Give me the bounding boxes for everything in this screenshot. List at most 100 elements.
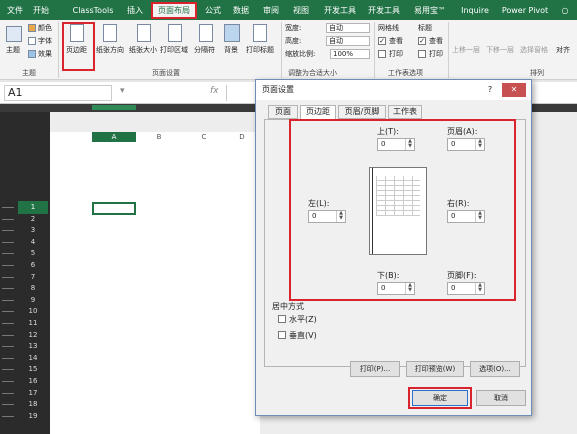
gridlines-label: 网格线 — [378, 24, 399, 32]
page-setup-group-label: 页面设置 — [152, 69, 180, 77]
effects-icon[interactable] — [28, 50, 36, 58]
tab-sheet[interactable]: 工作表 — [388, 105, 422, 119]
row-ruler-tick — [2, 323, 14, 324]
gridlines-print-label: 打印 — [389, 50, 403, 58]
row-ruler-tick — [2, 311, 14, 313]
tab-home[interactable]: 开始 — [30, 3, 52, 18]
horizontal-label: 水平(Z) — [289, 315, 317, 324]
row-ruler-tick — [2, 230, 14, 232]
row-ruler-tick — [2, 357, 14, 359]
background-button-label: 背景 — [224, 46, 238, 54]
formula-input[interactable] — [226, 85, 256, 101]
footer-margin-spinner[interactable]: 0 ▲ ▼ — [447, 282, 485, 295]
orientation-icon[interactable] — [103, 24, 117, 42]
themes-group-label: 主题 — [22, 69, 36, 77]
tab-inquire[interactable]: Inquire — [458, 3, 492, 18]
tab-formulas[interactable]: 公式 — [202, 3, 224, 18]
breaks-button-label: 分隔符 — [194, 46, 215, 54]
breaks-icon[interactable] — [199, 24, 213, 42]
column-header-a[interactable]: A — [92, 132, 136, 142]
help-button[interactable]: ? — [482, 83, 498, 97]
column-header-d[interactable]: D — [227, 132, 257, 142]
height-dropdown[interactable]: 自动 — [326, 36, 370, 46]
tab-easy-tools[interactable]: 易用宝™ — [410, 3, 450, 18]
fonts-icon[interactable] — [28, 37, 36, 45]
row-ruler-tick — [2, 381, 14, 382]
row-ruler-tick — [2, 288, 14, 290]
arrange-group-label: 排列 — [530, 69, 544, 77]
tab-view[interactable]: 视图 — [290, 3, 312, 18]
background-icon[interactable] — [224, 24, 240, 42]
scale-spinner[interactable]: 100% — [330, 49, 370, 59]
preview-grid — [376, 176, 420, 216]
gridlines-print-checkbox[interactable] — [378, 50, 386, 58]
close-button[interactable]: ✕ — [502, 83, 526, 97]
bottom-margin-value: 0 — [381, 284, 386, 292]
headings-label: 标题 — [418, 24, 432, 32]
active-cell-a1[interactable] — [92, 202, 136, 215]
vertical-checkbox[interactable] — [278, 331, 286, 339]
options-button[interactable]: 选项(O)... — [470, 361, 520, 377]
tab-developer-1[interactable]: 开发工具 — [322, 3, 358, 18]
column-header-b[interactable]: B — [137, 132, 181, 142]
print-titles-button-label: 打印标题 — [246, 46, 274, 54]
spinner-arrows-icon[interactable]: ▲ ▼ — [336, 211, 345, 222]
gridlines-view-checkbox[interactable]: ✓ — [378, 37, 386, 45]
tab-page[interactable]: 页面 — [268, 105, 298, 119]
spinner-arrows-icon[interactable]: ▲ ▼ — [475, 139, 484, 150]
row-ruler-tick — [2, 253, 14, 255]
tab-classtools[interactable]: ClassTools — [70, 3, 116, 18]
tab-header-footer[interactable]: 页眉/页脚 — [338, 105, 386, 119]
headings-view-checkbox[interactable]: ✓ — [418, 37, 426, 45]
orientation-button-label: 纸张方向 — [96, 46, 124, 54]
print-area-icon[interactable] — [168, 24, 182, 42]
tab-file[interactable]: 文件 — [4, 3, 26, 18]
header-margin-spinner[interactable]: 0 ▲ ▼ — [447, 138, 485, 151]
headings-print-checkbox[interactable] — [418, 50, 426, 58]
cancel-button[interactable]: 取消 — [476, 390, 526, 406]
margins-highlight — [62, 22, 95, 71]
right-margin-spinner[interactable]: 0 ▲ ▼ — [447, 210, 485, 223]
spinner-arrows-icon[interactable]: ▲ ▼ — [405, 283, 414, 294]
send-backward-button[interactable]: 下移一层 — [486, 45, 514, 55]
selection-pane-button[interactable]: 选择窗格 — [520, 45, 548, 55]
align-button[interactable]: 对齐 — [556, 45, 570, 55]
row-header[interactable]: 19 — [18, 410, 48, 423]
row-ruler-tick — [2, 207, 14, 208]
tab-review[interactable]: 审阅 — [260, 3, 282, 18]
print-button[interactable]: 打印(P)... — [350, 361, 400, 377]
print-titles-icon[interactable] — [253, 24, 267, 42]
bring-forward-button[interactable]: 上移一层 — [452, 45, 480, 55]
top-margin-spinner[interactable]: 0 ▲ ▼ — [377, 138, 415, 151]
tab-power-pivot[interactable]: Power Pivot — [500, 3, 550, 18]
size-icon[interactable] — [137, 24, 151, 42]
name-box[interactable]: A1 — [4, 85, 112, 101]
tab-page-layout[interactable]: 页面布局 — [151, 2, 197, 19]
bottom-margin-label: 下(B): — [377, 271, 400, 280]
fx-icon[interactable]: fx — [210, 86, 219, 96]
lightbulb-icon[interactable]: ○ — [558, 3, 572, 18]
width-dropdown[interactable]: 自动 — [326, 23, 370, 33]
ribbon: 主题 颜色 字体 效果 主题 页边距 纸张方向 纸张大小 打印区域 分隔符 背景… — [0, 20, 577, 80]
tab-developer-2[interactable]: 开发工具 — [366, 3, 402, 18]
tab-insert[interactable]: 插入 — [124, 3, 146, 18]
row-ruler-tick — [2, 265, 14, 266]
bottom-margin-spinner[interactable]: 0 ▲ ▼ — [377, 282, 415, 295]
column-header-c[interactable]: C — [182, 132, 226, 142]
left-margin-spinner[interactable]: 0 ▲ ▼ — [308, 210, 346, 223]
spinner-arrows-icon[interactable]: ▲ ▼ — [475, 283, 484, 294]
print-preview-button[interactable]: 打印预览(W) — [406, 361, 464, 377]
page-setup-dialog: 页面设置 ? ✕ 页面 页边距 页眉/页脚 工作表 上(T): 0 ▲ ▼ 页眉(A… — [255, 79, 532, 416]
spinner-arrows-icon[interactable]: ▲ ▼ — [405, 139, 414, 150]
tab-margins[interactable]: 页边距 — [300, 105, 336, 120]
center-on-page-label: 居中方式 — [272, 302, 304, 311]
spinner-arrows-icon[interactable]: ▲ ▼ — [475, 211, 484, 222]
page-surface — [50, 132, 260, 434]
name-box-dropdown-icon[interactable]: ▾ — [120, 86, 125, 96]
tab-data[interactable]: 数据 — [230, 3, 252, 18]
ok-highlight — [408, 387, 472, 409]
horizontal-checkbox[interactable] — [278, 315, 286, 323]
themes-icon[interactable] — [6, 26, 22, 42]
colors-icon[interactable] — [28, 24, 36, 32]
ribbon-separator — [374, 22, 375, 78]
